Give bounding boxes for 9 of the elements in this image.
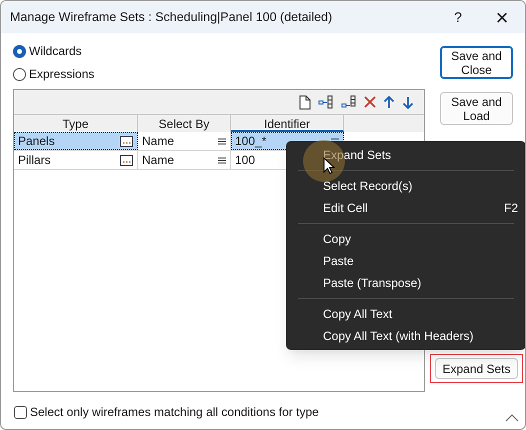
- cell-text: Pillars: [18, 152, 52, 169]
- radio-label: Expressions: [29, 66, 94, 83]
- cell-text: Panels: [18, 133, 56, 150]
- window-title: Manage Wireframe Sets : Scheduling|Panel 100 (detailed): [10, 8, 334, 26]
- cell-text: Name: [142, 133, 176, 150]
- cell-text: 100_*: [235, 133, 268, 150]
- checkbox-label: Select only wireframes matching all conditions for type: [30, 404, 319, 421]
- radio-label: Wildcards: [29, 43, 82, 60]
- cell-text: Name: [142, 152, 176, 169]
